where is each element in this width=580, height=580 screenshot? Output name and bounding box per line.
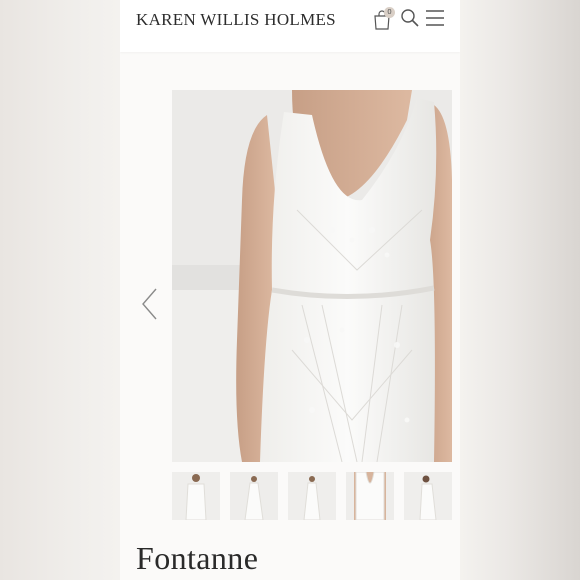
dress-front-closeup	[172, 472, 220, 520]
wedding-dress-photo	[172, 90, 452, 462]
backdrop-right	[460, 0, 580, 580]
gallery-prev-button[interactable]	[140, 287, 160, 321]
menu-button[interactable]	[425, 9, 445, 27]
mobile-page: KAREN WILLIS HOLMES 0 Fontanne	[120, 0, 460, 580]
chevron-left-icon	[142, 288, 157, 320]
thumbnail-2[interactable]	[230, 472, 278, 520]
brand-logo[interactable]: KAREN WILLIS HOLMES	[136, 10, 336, 30]
product-title: Fontanne	[136, 540, 259, 576]
thumbnail-1[interactable]	[172, 472, 220, 520]
site-header: KAREN WILLIS HOLMES 0	[120, 0, 460, 52]
dress-bodice-closeup	[346, 472, 394, 520]
thumbnail-4[interactable]	[346, 472, 394, 520]
search-icon	[401, 9, 419, 27]
search-button[interactable]	[400, 8, 420, 28]
cart-button[interactable]: 0	[372, 7, 395, 31]
dress-full-length-alt	[288, 472, 336, 520]
dress-full-length	[230, 472, 278, 520]
thumbnail-strip	[172, 472, 452, 520]
dress-side-view	[404, 472, 452, 520]
product-main-image[interactable]	[172, 90, 452, 462]
backdrop-left	[0, 0, 120, 580]
thumbnail-5[interactable]	[404, 472, 452, 520]
menu-icon	[426, 10, 444, 26]
thumbnail-3[interactable]	[288, 472, 336, 520]
cart-count-badge: 0	[384, 7, 395, 18]
